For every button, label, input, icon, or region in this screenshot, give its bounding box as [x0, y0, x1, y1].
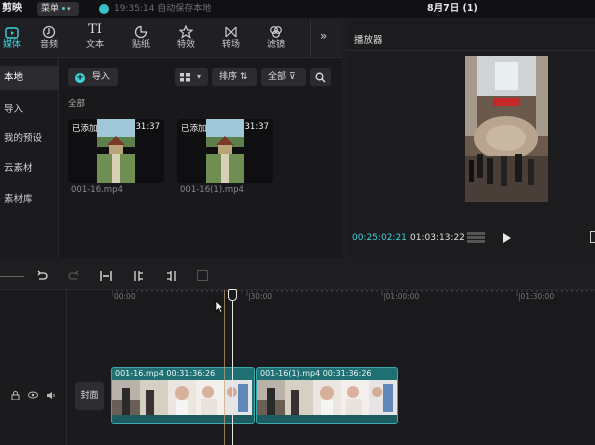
current-time: 00:25:02:21 — [352, 233, 407, 243]
thumbnail-image — [97, 119, 135, 183]
add-icon: + — [75, 73, 85, 83]
funnel-icon: ⊽ — [289, 72, 296, 82]
divider — [310, 19, 311, 58]
tab-text[interactable]: TI 文本 — [73, 19, 117, 58]
divider — [346, 50, 595, 51]
sidebar-item-cloud[interactable]: 云素材 — [0, 157, 59, 181]
ruler-label: |01:00:00 — [383, 292, 420, 301]
title-bar — [0, 0, 595, 18]
fullscreen-icon[interactable] — [590, 231, 595, 243]
app-title: 剪映 — [2, 3, 22, 14]
tab-transition[interactable]: 转场 — [209, 19, 253, 58]
chevron-down-icon: ▾ — [197, 72, 202, 81]
transition-icon — [209, 19, 253, 39]
sort-icon: ⇅ — [240, 72, 248, 82]
media-filename: 001-16(1).mp4 — [180, 185, 244, 195]
grid-icon — [180, 73, 190, 82]
section-label: 全部 — [68, 99, 86, 109]
tab-sticker[interactable]: 贴纸 — [119, 19, 163, 58]
trim-right-icon[interactable] — [165, 270, 177, 282]
ruler-label: |01:30:00 — [518, 292, 555, 301]
media-item[interactable]: 已添加 31:37 — [177, 119, 273, 183]
menu-button[interactable]: 菜单 ▾ — [37, 2, 79, 16]
sidebar-item-library[interactable]: 素材库 — [0, 188, 59, 212]
sidebar-item-presets[interactable]: 我的预设 — [0, 127, 59, 151]
sidebar-item-import[interactable]: 导入 — [0, 98, 59, 122]
timeline-clip[interactable]: 001-16.mp4 00:31:36:26 — [111, 367, 255, 424]
tab-effects[interactable]: 特效 — [164, 19, 208, 58]
divider — [66, 290, 67, 445]
sticker-icon — [119, 19, 163, 39]
import-button[interactable]: + 导入 — [68, 68, 118, 86]
tab-filter[interactable]: 滤镜 — [254, 19, 298, 58]
cover-button[interactable]: 封面 — [75, 382, 104, 410]
player-title: 播放器 — [354, 35, 383, 46]
undo-icon[interactable] — [36, 270, 48, 282]
timeline-clip[interactable]: 001-16(1).mp4 00:31:36:26 — [256, 367, 398, 424]
audio-mute-icon[interactable] — [46, 391, 56, 400]
media-item[interactable]: 已添加 31:37 — [68, 119, 164, 183]
trim-left-icon[interactable] — [133, 270, 145, 282]
frame-grid-icon[interactable] — [467, 232, 485, 243]
audio-icon — [27, 19, 71, 39]
autosave-status: 19:35:14 自动保存本地 — [114, 4, 212, 14]
tab-audio[interactable]: 音频 — [27, 19, 71, 58]
eye-icon[interactable] — [28, 391, 38, 399]
sort-button[interactable]: 排序 ⇅ — [212, 68, 257, 86]
asset-toolbar: 媒体 音频 TI 文本 贴纸 特效 转场 滤镜 » — [0, 19, 342, 58]
clip-filmstrip — [257, 380, 397, 416]
filter-icon — [254, 19, 298, 39]
media-filename: 001-16.mp4 — [71, 185, 123, 195]
divider — [0, 276, 24, 277]
play-icon[interactable] — [502, 233, 512, 243]
more-tabs-icon[interactable]: » — [320, 29, 327, 43]
playhead-handle[interactable] — [228, 289, 237, 301]
cloud-save-icon — [99, 4, 109, 14]
filter-button[interactable]: 全部 ⊽ — [261, 68, 306, 86]
delete-icon[interactable] — [197, 270, 208, 281]
search-icon — [315, 72, 326, 83]
sidebar-item-local[interactable]: 本地 — [0, 66, 59, 90]
ruler-label: 00:00 — [114, 292, 136, 301]
chevron-down-icon: ▾ — [67, 5, 71, 13]
project-title: 8月7日 (1) — [427, 3, 478, 14]
split-icon[interactable] — [100, 270, 112, 282]
effects-icon — [164, 19, 208, 39]
total-time: 01:03:13:22 — [410, 233, 465, 243]
hover-line — [224, 290, 225, 445]
thumbnail-image — [206, 119, 244, 183]
search-button[interactable] — [310, 68, 331, 86]
ruler-label: |30:00 — [248, 292, 273, 301]
lock-icon[interactable] — [11, 391, 20, 400]
redo-icon[interactable] — [68, 270, 80, 282]
text-icon: TI — [88, 22, 102, 37]
video-preview[interactable] — [465, 56, 548, 202]
timeline-toolbar — [0, 262, 595, 290]
view-toggle-button[interactable]: ▾ — [175, 68, 208, 86]
cursor-icon — [215, 300, 224, 313]
playhead-line[interactable] — [232, 296, 233, 445]
